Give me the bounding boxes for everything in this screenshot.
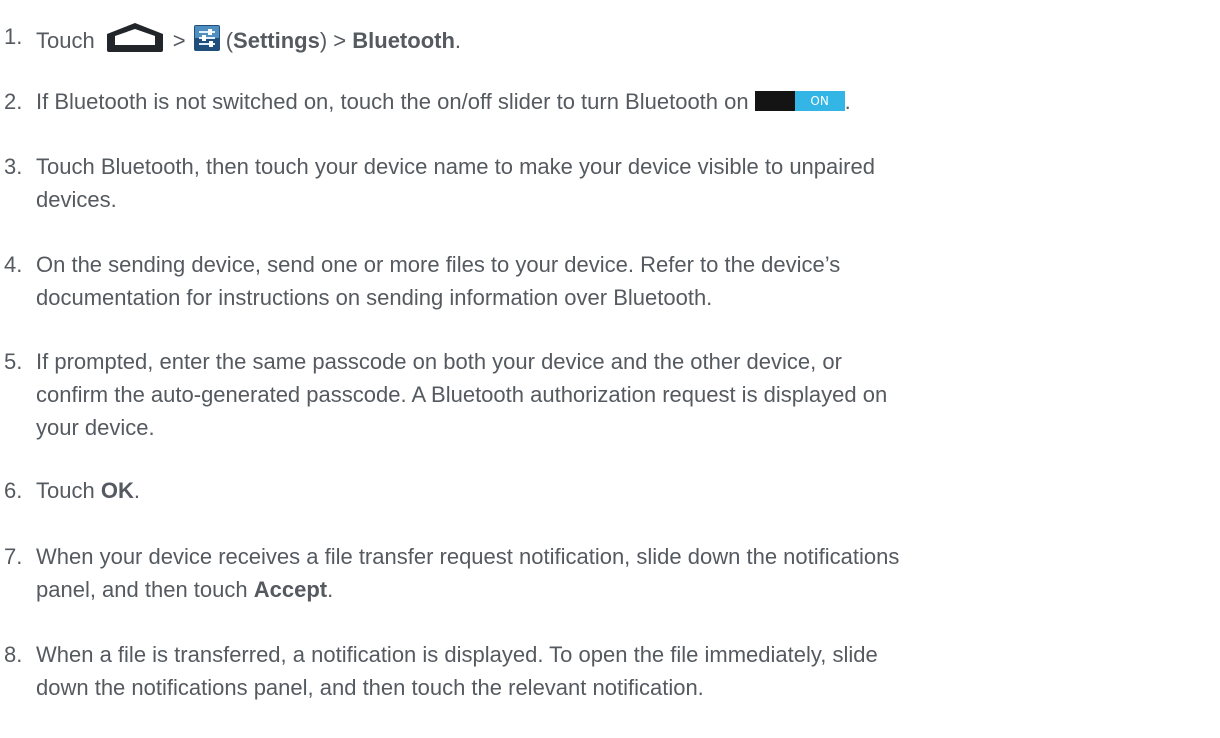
step-text-part: ( [225,28,234,53]
step-text-line: When your device receives a file transfe… [36,544,900,569]
step-text-part: Touch [36,28,95,53]
step-number: 8. [4,642,23,667]
step-number: 5. [4,349,23,374]
step-text-part: > [172,28,186,53]
step-text-part: If Bluetooth is not switched on, touch t… [36,89,749,114]
step-text-part: ) > [319,28,347,53]
step-text-line: confirm the auto-generated passcode. A B… [36,382,888,407]
step-number: 6. [4,478,23,503]
step-text: Touch Bluetooth, then touch your device … [36,150,1206,216]
step-number: 1. [4,24,23,49]
step-text: When a file is transferred, a notificati… [36,638,1206,704]
bluetooth-label: Bluetooth [352,28,455,53]
step-text: If prompted, enter the same passcode on … [36,345,1206,444]
step-text-line: Touch Bluetooth, then touch your device … [36,154,875,179]
step-text-line: documentation for instructions on sendin… [36,285,713,310]
home-icon [103,20,167,54]
step-text-line: your device. [36,415,155,440]
accept-label: Accept [253,577,328,602]
toggle-on-label: ON [794,91,845,111]
step-text: When your device receives a file transfe… [36,540,1206,606]
step-text-part: . [454,28,462,53]
settings-label: Settings [233,28,320,53]
step-number: 7. [4,544,23,569]
step-text-part: . [327,577,334,602]
step-number: 4. [4,252,23,277]
step-text: Touch OK. [36,474,1206,507]
step-text: On the sending device, send one or more … [36,248,1206,314]
settings-icon [193,25,220,51]
step-number: 2. [4,89,23,114]
step-number: 3. [4,154,23,179]
step-text-part: . [133,478,140,503]
step-text-line: down the notifications panel, and then t… [36,675,704,700]
step-text-part: . [844,89,851,114]
step-text-line: If prompted, enter the same passcode on … [36,349,842,374]
step-text: If Bluetooth is not switched on, touch t… [36,85,1206,118]
on-off-toggle-icon: ON [754,91,845,111]
step-text-part: panel, and then touch [36,577,248,602]
ok-label: OK [100,478,134,503]
step-text-line: When a file is transferred, a notificati… [36,642,878,667]
step-text-line: On the sending device, send one or more … [36,252,841,277]
step-text: Touch > (Settings) > Bluetooth. [36,20,1206,57]
step-text-line: devices. [36,187,117,212]
step-text-part: Touch [36,478,95,503]
